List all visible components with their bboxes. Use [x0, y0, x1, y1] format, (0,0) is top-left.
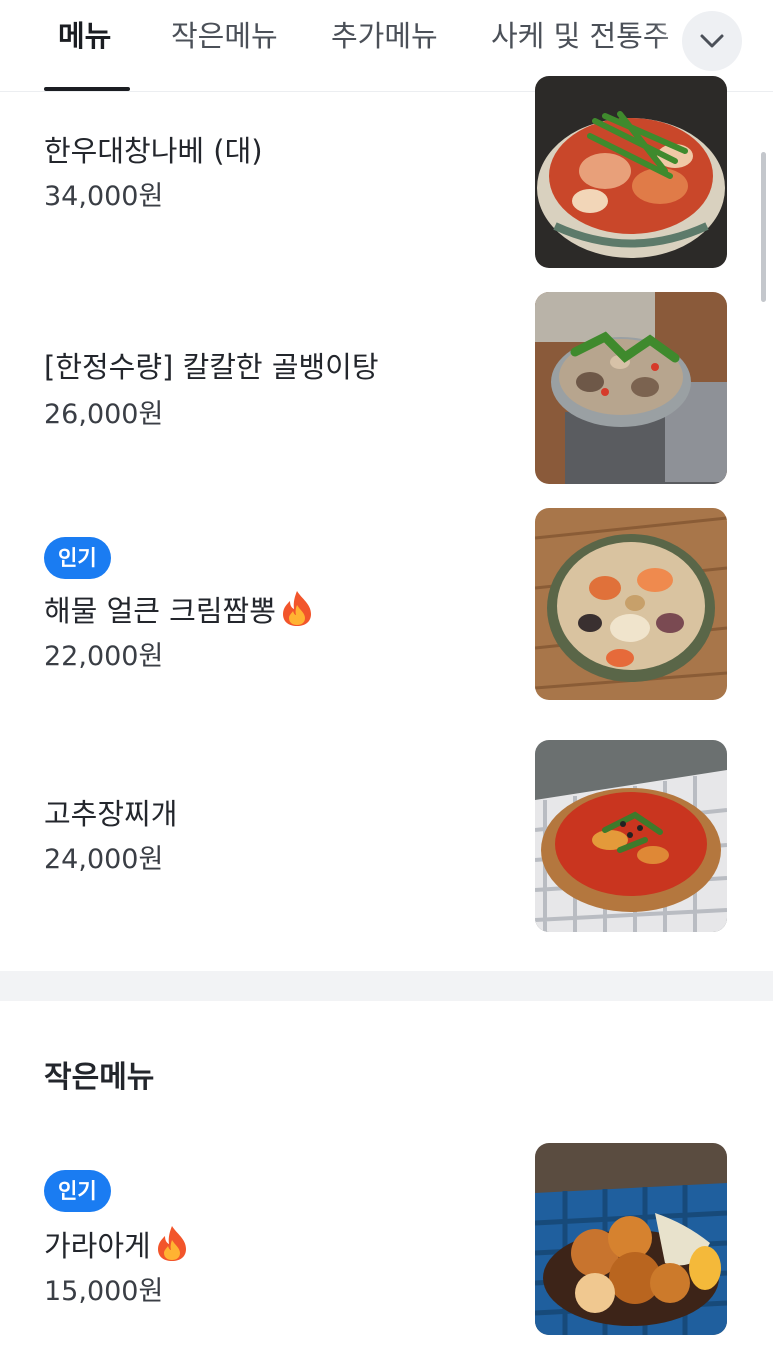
menu-item[interactable]: 인기 가라아게 15,000원: [0, 1142, 773, 1342]
more-categories-button[interactable]: [682, 11, 742, 71]
menu-item-name: 가라아게: [44, 1224, 189, 1272]
menu-item[interactable]: [한정수량] 칼칼한 골뱅이탕 26,000원: [0, 291, 773, 491]
menu-item-price: 26,000원: [44, 399, 164, 430]
section-divider: [0, 971, 773, 1001]
menu-item-name: [한정수량] 칼칼한 골뱅이탕: [44, 350, 379, 384]
menu-item-price: 15,000원: [44, 1276, 164, 1307]
tab-sake-traditional[interactable]: 사케 및 전통주: [491, 16, 670, 56]
nabe-hotpot-photo: [535, 76, 727, 268]
menu-item-price: 22,000원: [44, 641, 164, 672]
karaage-photo: [535, 1143, 727, 1335]
tab-menu[interactable]: 메뉴: [58, 16, 111, 56]
popular-badge: 인기: [44, 1170, 111, 1212]
gochujang-stew-photo: [535, 740, 727, 932]
scrollbar[interactable]: [761, 152, 766, 302]
chevron-down-icon: [700, 34, 724, 48]
tab-extra-menu[interactable]: 추가메뉴: [331, 16, 438, 56]
menu-item[interactable]: 고추장찌개 24,000원: [0, 739, 773, 939]
menu-item-name: 해물 얼큰 크림짬뽕: [44, 589, 314, 637]
golbaengi-stew-photo: [535, 292, 727, 484]
menu-item-name: 한우대창나베 (대): [44, 134, 263, 168]
menu-item-name-text: 가라아게: [44, 1229, 151, 1263]
tab-small-menu[interactable]: 작은메뉴: [171, 16, 278, 56]
menu-item-price: 24,000원: [44, 844, 164, 875]
section-title-small-menu: 작은메뉴: [44, 1060, 155, 1095]
fire-icon: [280, 589, 314, 637]
menu-item-name-text: 해물 얼큰 크림짬뽕: [44, 594, 276, 628]
menu-item-name: 고추장찌개: [44, 797, 178, 831]
popular-badge: 인기: [44, 537, 111, 579]
menu-item[interactable]: 인기 해물 얼큰 크림짬뽕 22,000원: [0, 507, 773, 717]
cream-jjamppong-photo: [535, 508, 727, 700]
menu-item[interactable]: 한우대창나베 (대) 34,000원: [0, 76, 773, 291]
menu-item-price: 34,000원: [44, 181, 164, 212]
fire-icon: [155, 1224, 189, 1272]
